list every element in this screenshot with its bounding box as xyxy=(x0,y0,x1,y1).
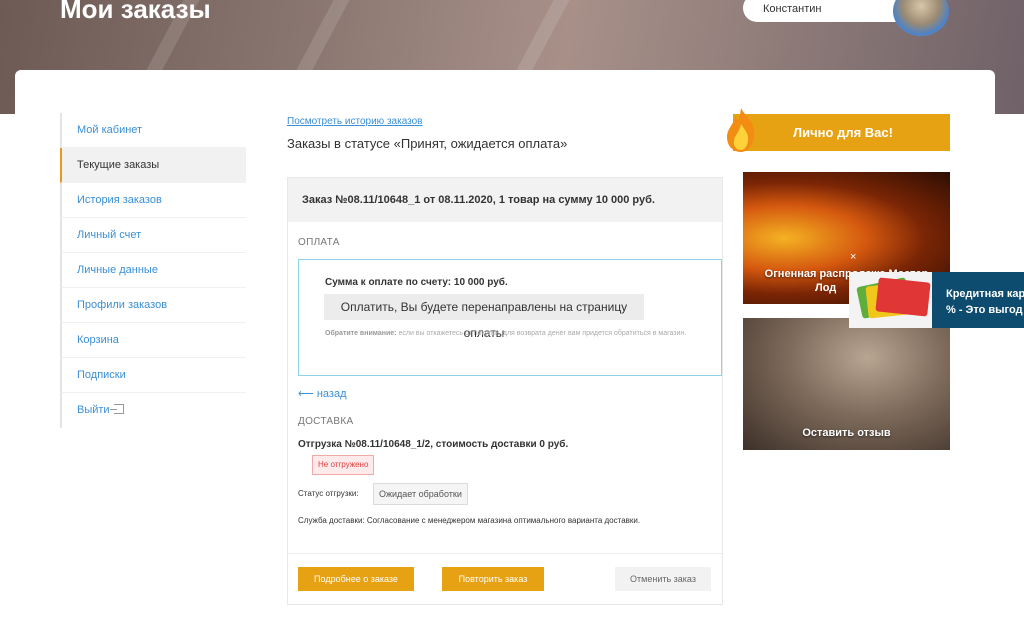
sidebar-item-cart[interactable]: Корзина xyxy=(60,323,246,358)
credit-popup-text: Кредитная кар % - Это выгод xyxy=(946,286,1024,318)
promo-label: Лично для Вас! xyxy=(793,125,893,140)
shipment-status-badge: Не отгружено xyxy=(312,455,375,475)
user-name: Константин xyxy=(763,3,822,15)
sidebar-item-order-profiles[interactable]: Профили заказов xyxy=(60,288,246,323)
payment-note-text: если вы откажетесь от покупки, для возвр… xyxy=(396,330,687,337)
sidebar-item-account[interactable]: Личный счет xyxy=(60,218,246,253)
close-icon[interactable]: × xyxy=(850,251,856,263)
pay-button[interactable]: Оплатить, Вы будете перенаправлены на ст… xyxy=(324,294,644,340)
sidebar-item-personal-data[interactable]: Личные данные xyxy=(60,253,246,288)
payment-box: Сумма к оплате по счету: 10 000 руб. Опл… xyxy=(298,259,722,376)
back-link-label: назад xyxy=(316,388,347,400)
delivery-service: Служба доставки: Согласование с менеджер… xyxy=(298,516,641,525)
logout-icon xyxy=(109,404,124,414)
payment-note-bold: Обратите внимание: xyxy=(325,330,397,337)
back-link[interactable]: ⟵ назад xyxy=(298,387,347,400)
logout-label: Выйти xyxy=(77,404,110,416)
page-title: Мои заказы xyxy=(60,0,211,24)
promo-banner[interactable]: Лично для Вас! xyxy=(733,114,950,151)
divider xyxy=(288,553,722,554)
cancel-order-button[interactable]: Отменить заказ xyxy=(615,567,711,591)
payment-sum: Сумма к оплате по счету: 10 000 руб. xyxy=(325,277,508,288)
sidebar-item-cabinet[interactable]: Мой кабинет xyxy=(60,113,246,148)
order-card: Заказ №08.11/10648_1 от 08.11.2020, 1 то… xyxy=(287,177,723,605)
shipment-status-value: Ожидает обработки xyxy=(373,483,468,505)
status-heading: Заказы в статусе «Принят, ожидается опла… xyxy=(287,136,568,151)
credit-popup-line2: % - Это выгод xyxy=(946,304,1023,316)
card-graphic xyxy=(875,277,931,317)
sidebar-item-current-orders[interactable]: Текущие заказы xyxy=(60,148,246,183)
credit-cards-image[interactable] xyxy=(849,272,932,328)
sidebar: Мой кабинет Текущие заказы История заказ… xyxy=(60,113,246,428)
fire-icon xyxy=(727,108,755,152)
credit-popup-line1: Кредитная кар xyxy=(946,288,1024,300)
sidebar-item-subscriptions[interactable]: Подписки xyxy=(60,358,246,393)
sale-tile-title-line2: Лод xyxy=(815,282,837,294)
order-details-button[interactable]: Подробнее о заказе xyxy=(298,567,414,591)
sidebar-item-logout[interactable]: Выйти xyxy=(60,393,246,428)
review-tile[interactable]: Оставить отзыв xyxy=(743,318,950,450)
credit-popup[interactable]: Кредитная кар % - Это выгод xyxy=(932,272,1024,328)
review-tile-title: Оставить отзыв xyxy=(802,427,891,439)
repeat-order-button[interactable]: Повторить заказ xyxy=(442,567,544,591)
avatar[interactable] xyxy=(893,0,949,36)
order-title: Заказ №08.11/10648_1 от 08.11.2020, 1 то… xyxy=(302,194,655,206)
shipment-status-label: Статус отгрузки: xyxy=(298,489,359,498)
sidebar-item-order-history[interactable]: История заказов xyxy=(60,183,246,218)
order-history-link[interactable]: Посмотреть историю заказов xyxy=(287,116,422,127)
shipment-title: Отгрузка №08.11/10648_1/2, стоимость дос… xyxy=(298,439,569,450)
payment-section-label: ОПЛАТА xyxy=(298,237,340,248)
order-header: Заказ №08.11/10648_1 от 08.11.2020, 1 то… xyxy=(288,178,722,222)
delivery-section-label: ДОСТАВКА xyxy=(298,416,354,427)
payment-note: Обратите внимание: если вы откажетесь от… xyxy=(325,328,705,339)
arrow-left-icon: ⟵ xyxy=(298,388,314,400)
